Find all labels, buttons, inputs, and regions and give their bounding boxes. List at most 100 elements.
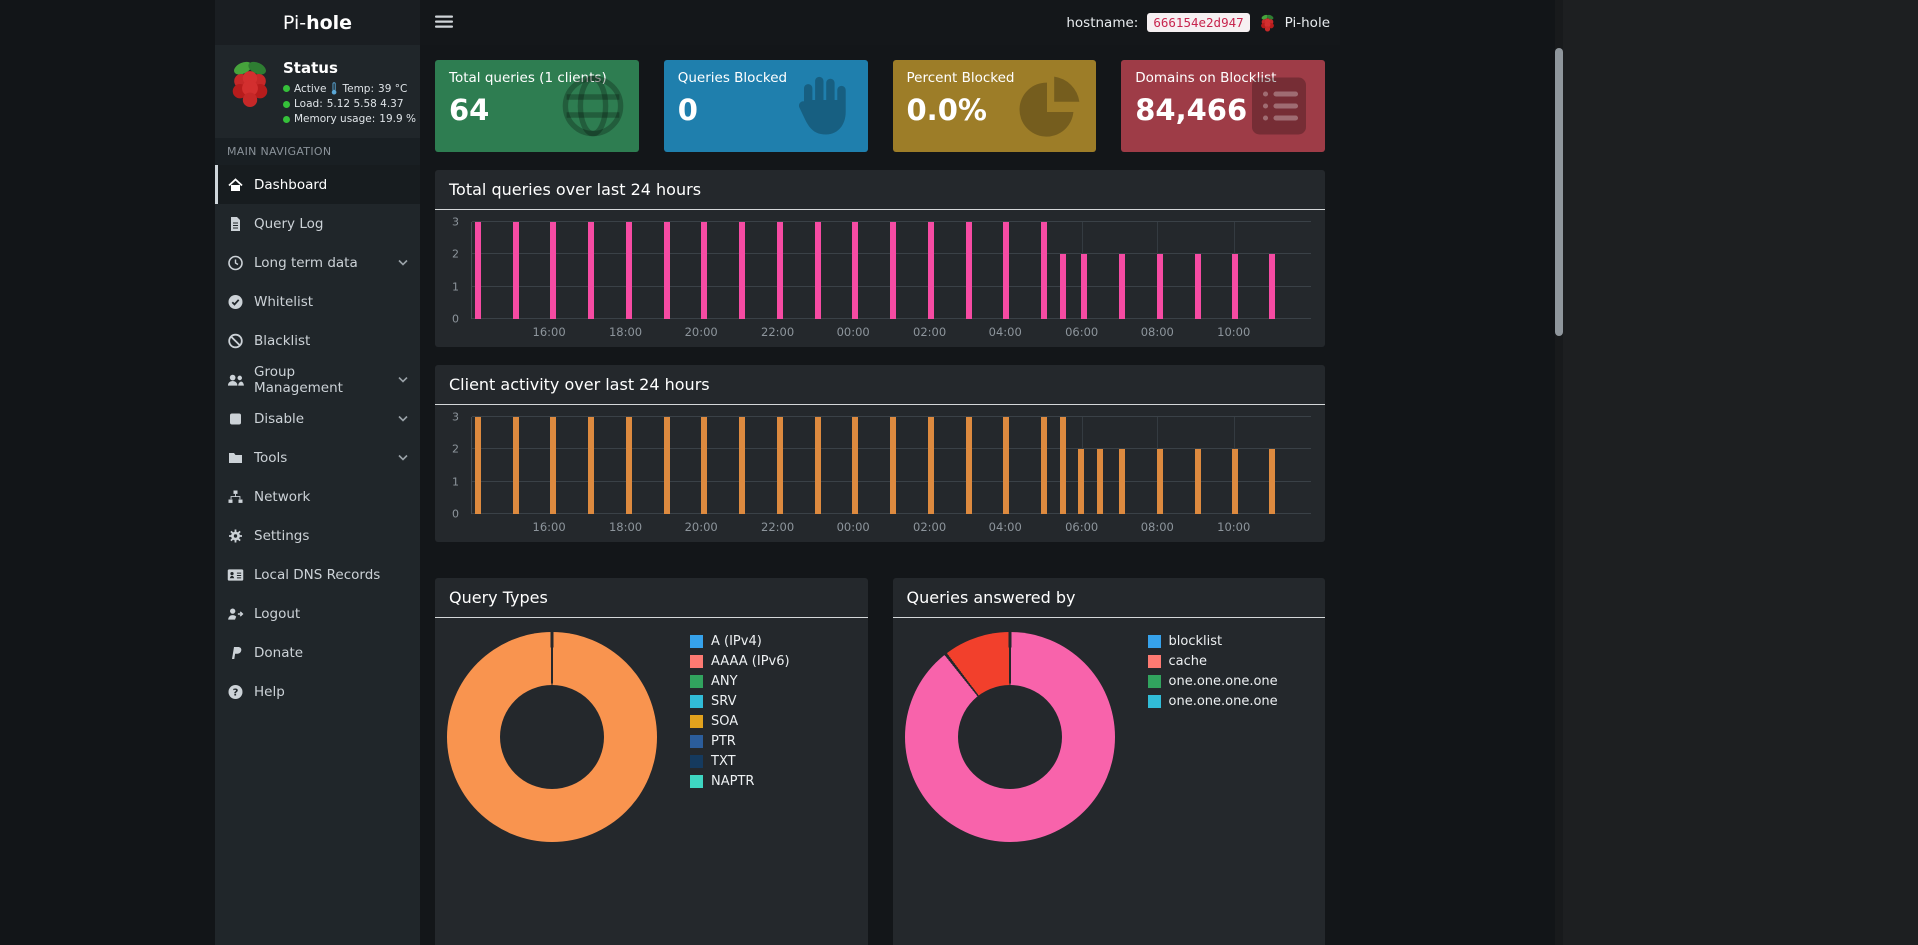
query-bar[interactable]	[1232, 254, 1239, 319]
query-bar[interactable]	[701, 222, 708, 319]
legend-item-a-ipv4[interactable]: A (IPv4)	[690, 634, 790, 649]
check-circle-icon	[227, 294, 244, 310]
sidebar-item-settings[interactable]: Settings	[215, 516, 420, 555]
legend-label: SRV	[711, 694, 737, 709]
query-bar[interactable]	[1081, 254, 1088, 319]
query-bar[interactable]	[776, 222, 783, 319]
query-bar[interactable]	[550, 222, 557, 319]
query-bar[interactable]	[1268, 449, 1275, 514]
query-bar[interactable]	[1041, 417, 1048, 514]
legend-item-blocklist[interactable]: blocklist	[1147, 634, 1278, 649]
legend-item-one-one-one-one[interactable]: one.one.one.one	[1147, 694, 1278, 709]
query-bar[interactable]	[1156, 449, 1163, 514]
legend-item-cache[interactable]: cache	[1147, 654, 1278, 669]
query-bar[interactable]	[1119, 254, 1126, 319]
y-axis: 0 1 2 3	[439, 411, 465, 521]
query-bar[interactable]	[663, 417, 670, 514]
sidebar-item-group-management[interactable]: Group Management	[215, 360, 420, 399]
status-dot-icon	[283, 100, 290, 108]
summary-card-queries-blocked: Queries Blocked 0	[663, 60, 868, 152]
question-icon: ?	[227, 684, 244, 700]
sidebar-item-label: Long term data	[254, 254, 358, 271]
chart-plot-area	[471, 416, 1311, 514]
sidebar-item-local-dns-records[interactable]: Local DNS Records	[215, 555, 420, 594]
total-queries-panel: Total queries over last 24 hours 0 1 2 3 16…	[435, 170, 1325, 347]
query-bar[interactable]	[1232, 449, 1239, 514]
query-bar[interactable]	[890, 417, 897, 514]
sidebar-item-network[interactable]: Network	[215, 477, 420, 516]
sidebar-item-blacklist[interactable]: Blacklist	[215, 321, 420, 360]
x-tick-label: 20:00	[684, 520, 718, 534]
query-bar[interactable]	[512, 417, 519, 514]
sidebar-item-tools[interactable]: Tools	[215, 438, 420, 477]
brand-logo[interactable]: Pi-hole	[215, 0, 420, 45]
query-bar[interactable]	[1194, 254, 1201, 319]
main-content: Total queries (1 clients) 64 Queries Block…	[420, 45, 1340, 945]
scrollbar-thumb[interactable]	[1555, 48, 1563, 336]
query-bar[interactable]	[965, 417, 972, 514]
legend-item-any[interactable]: ANY	[690, 674, 790, 689]
query-bar[interactable]	[663, 222, 670, 319]
legend-item-srv[interactable]: SRV	[690, 694, 790, 709]
legend-item-txt[interactable]: TXT	[690, 754, 790, 769]
panel-title: Query Types	[435, 578, 868, 618]
sidebar-item-dashboard[interactable]: Dashboard	[215, 165, 420, 204]
query-bar[interactable]	[852, 417, 859, 514]
query-bar[interactable]	[625, 417, 632, 514]
query-bar[interactable]	[1041, 222, 1048, 319]
legend-item-naptr[interactable]: NAPTR	[690, 774, 790, 789]
query-bar[interactable]	[814, 417, 821, 514]
x-tick-label: 00:00	[836, 520, 870, 534]
x-axis: 16:00 18:00 20:00 22:00 00:00 02:00 04:00 06:00…	[471, 514, 1311, 540]
legend-item-aaaa-ipv6[interactable]: AAAA (IPv6)	[690, 654, 790, 669]
total-queries-chart[interactable]: 0 1 2 3 16:00 18:00 20:00 22:00 00:00 02:00 04:00…	[435, 210, 1325, 347]
client-activity-chart[interactable]: 0 1 2 3 16:00 18:00 20:00 22:00 00:00 02:00 04:00…	[435, 405, 1325, 542]
query-bar[interactable]	[814, 222, 821, 319]
query-bar[interactable]	[927, 417, 934, 514]
query-bar[interactable]	[1059, 417, 1066, 514]
query-types-donut[interactable]	[447, 632, 657, 842]
query-bar[interactable]	[739, 222, 746, 319]
query-bar[interactable]	[474, 417, 481, 514]
query-bar[interactable]	[1078, 449, 1085, 514]
sidebar-toggle-button[interactable]	[435, 14, 453, 29]
query-bar[interactable]	[588, 222, 595, 319]
query-bar[interactable]	[550, 417, 557, 514]
sidebar-item-long-term-data[interactable]: Long term data	[215, 243, 420, 282]
sidebar-item-donate[interactable]: Donate	[215, 633, 420, 672]
query-bar[interactable]	[1003, 417, 1010, 514]
query-bar[interactable]	[890, 222, 897, 319]
query-bar[interactable]	[1059, 254, 1066, 319]
legend-item-one-one-one-one[interactable]: one.one.one.one	[1147, 674, 1278, 689]
queries-answered-donut[interactable]	[904, 632, 1115, 842]
query-bar[interactable]	[739, 417, 746, 514]
sidebar-item-disable[interactable]: Disable	[215, 399, 420, 438]
status-row-load: Load: 5.12 5.58 4.37	[283, 98, 416, 110]
legend-item-ptr[interactable]: PTR	[690, 734, 790, 749]
query-bar[interactable]	[927, 222, 934, 319]
sidebar-item-label: Local DNS Records	[254, 566, 381, 583]
y-axis: 0 1 2 3	[439, 216, 465, 326]
query-bar[interactable]	[1156, 254, 1163, 319]
query-bar[interactable]	[588, 417, 595, 514]
sidebar-item-label: Group Management	[254, 363, 343, 396]
query-bar[interactable]	[852, 222, 859, 319]
y-tick-label: 2	[452, 442, 459, 456]
query-bar[interactable]	[625, 222, 632, 319]
sidebar-item-help[interactable]: ? Help	[215, 672, 420, 711]
x-tick-label: 00:00	[836, 325, 870, 339]
query-bar[interactable]	[1097, 449, 1104, 514]
sidebar-item-query-log[interactable]: Query Log	[215, 204, 420, 243]
query-bar[interactable]	[474, 222, 481, 319]
query-bar[interactable]	[1119, 449, 1126, 514]
query-bar[interactable]	[965, 222, 972, 319]
query-bar[interactable]	[512, 222, 519, 319]
query-bar[interactable]	[776, 417, 783, 514]
query-bar[interactable]	[701, 417, 708, 514]
sidebar-item-logout[interactable]: Logout	[215, 594, 420, 633]
sidebar-item-whitelist[interactable]: Whitelist	[215, 282, 420, 321]
query-bar[interactable]	[1268, 254, 1275, 319]
legend-item-soa[interactable]: SOA	[690, 714, 790, 729]
query-bar[interactable]	[1003, 222, 1010, 319]
query-bar[interactable]	[1194, 449, 1201, 514]
